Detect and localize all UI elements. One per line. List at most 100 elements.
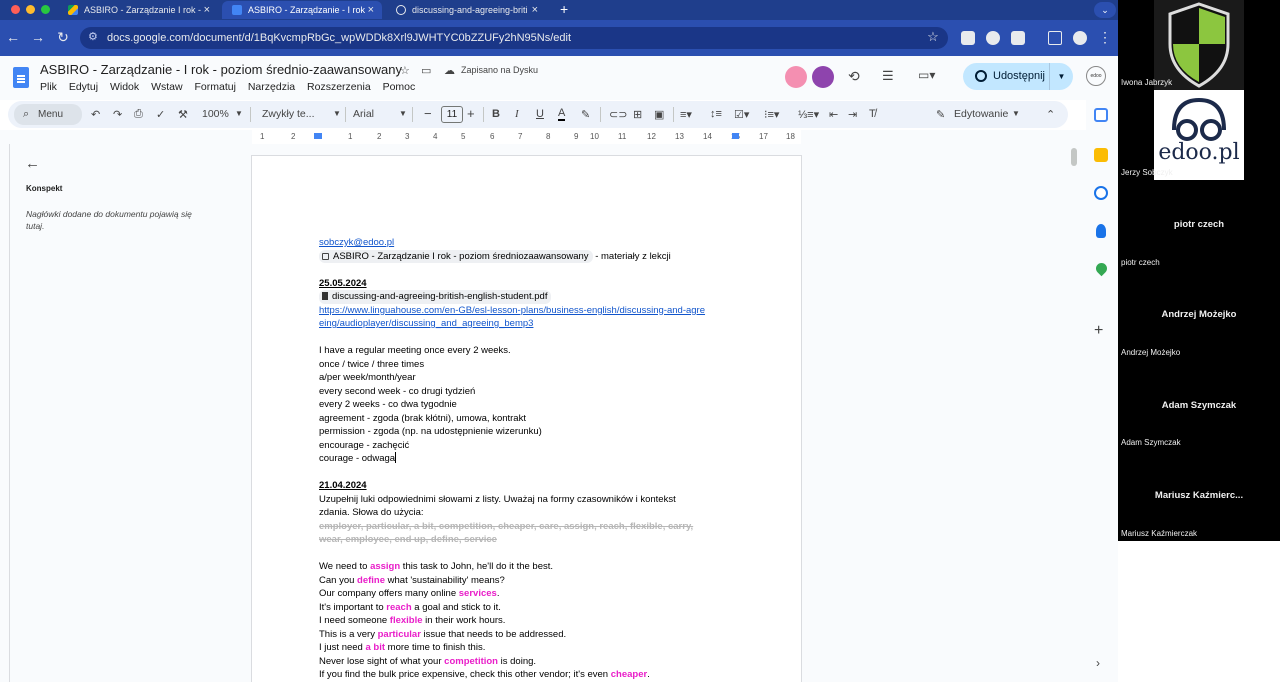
chrome-menu-icon[interactable]: ⋮ xyxy=(1096,29,1114,46)
tab-asbiro-drive[interactable]: ASBIRO - Zarządzanie I rok - × xyxy=(58,1,218,19)
chevron-down-icon[interactable]: ▼ xyxy=(1049,63,1073,90)
undo-icon[interactable]: ↶ xyxy=(91,108,100,121)
close-tab-icon[interactable]: × xyxy=(204,1,210,19)
outline-hint: Nagłówki dodane do dokumentu pojawią się… xyxy=(26,209,192,231)
contacts-icon[interactable] xyxy=(1096,224,1106,238)
clear-formatting-icon[interactable]: T̸ xyxy=(869,108,876,120)
tab-pdf[interactable]: discussing-and-agreeing-briti × xyxy=(386,1,546,19)
menu-format[interactable]: Formatuj xyxy=(194,81,235,93)
menu-edit[interactable]: Edytuj xyxy=(69,81,98,93)
checklist-icon[interactable]: ☑▾ xyxy=(734,108,749,121)
editing-mode-select[interactable]: Edytowanie xyxy=(954,108,1008,120)
address-bar[interactable]: ⚙ docs.google.com/document/d/1BqKvcmpRbG… xyxy=(80,27,948,49)
close-tab-icon[interactable]: × xyxy=(368,1,374,19)
site-info-icon[interactable]: ⚙ xyxy=(88,31,100,43)
menu-extensions[interactable]: Rozszerzenia xyxy=(307,81,371,93)
document-body[interactable]: sobczyk@edoo.pl ASBIRO - Zarządzanie I r… xyxy=(319,236,739,682)
close-outline-icon[interactable]: ← xyxy=(25,155,40,172)
docs-logo-icon[interactable] xyxy=(13,67,29,88)
document-page[interactable]: sobczyk@edoo.pl ASBIRO - Zarządzanie I r… xyxy=(251,155,802,682)
close-window-button[interactable] xyxy=(11,5,20,14)
lesson-link-continued[interactable]: eing/audioplayer/discussing_and_agreeing… xyxy=(319,318,533,329)
collapse-toolbar-icon[interactable]: ⌃ xyxy=(1046,108,1055,121)
bookmark-star-icon[interactable]: ☆ xyxy=(924,29,942,45)
print-icon[interactable]: ⎙ xyxy=(134,108,143,121)
chevron-down-icon[interactable]: ▼ xyxy=(333,109,341,118)
chevron-down-icon[interactable]: ▼ xyxy=(399,109,407,118)
numbered-list-icon[interactable]: ⅓≡▾ xyxy=(798,108,819,121)
forward-button[interactable]: → xyxy=(29,29,47,45)
folder-chip[interactable]: ASBIRO - Zarządzanie I rok - poziom śred… xyxy=(319,249,593,263)
chevron-down-icon[interactable]: ▼ xyxy=(1012,109,1020,118)
show-side-panel-icon[interactable]: › xyxy=(1096,656,1100,670)
cast-icon[interactable] xyxy=(1048,31,1062,45)
maps-icon[interactable] xyxy=(1093,260,1110,277)
menu-search[interactable]: ⌕ Menu xyxy=(14,104,82,125)
zoom-window-button[interactable] xyxy=(41,5,50,14)
menu-view[interactable]: Widok xyxy=(110,81,139,93)
profile-avatar[interactable] xyxy=(1073,31,1087,45)
email-link[interactable]: sobczyk@edoo.pl xyxy=(319,237,394,248)
account-avatar[interactable]: edoo xyxy=(1086,66,1106,86)
lesson-link[interactable]: https://www.linguahouse.com/en-GB/esl-le… xyxy=(319,305,705,316)
back-button[interactable]: ← xyxy=(4,29,22,45)
font-size-input[interactable]: 11 xyxy=(441,106,463,123)
zoom-select[interactable]: 100% xyxy=(202,108,229,120)
menu-tools[interactable]: Narzędzia xyxy=(248,81,295,93)
bulleted-list-icon[interactable]: ⁝≡▾ xyxy=(764,108,779,121)
chevron-down-icon[interactable]: ▼ xyxy=(235,109,243,118)
indent-marker-icon[interactable] xyxy=(314,133,322,139)
increase-font-size-button[interactable]: + xyxy=(467,106,475,121)
comments-icon[interactable]: ☰ xyxy=(882,68,894,84)
meet-camera-icon[interactable]: ▭▾ xyxy=(918,68,935,82)
new-tab-button[interactable]: + xyxy=(560,1,568,17)
menu-file[interactable]: Plik xyxy=(40,81,57,93)
star-icon[interactable]: ☆ xyxy=(400,64,410,77)
minimize-window-button[interactable] xyxy=(26,5,35,14)
collaborator-avatar[interactable] xyxy=(812,66,834,88)
insert-image-icon[interactable]: ▣ xyxy=(654,108,664,121)
extension-icon[interactable] xyxy=(961,31,975,45)
vertical-scrollbar[interactable] xyxy=(1071,148,1077,166)
paint-format-icon[interactable]: ⚒ xyxy=(178,108,188,121)
exercise-sentence: Can you define what 'sustainability' mea… xyxy=(319,574,739,588)
globe-icon xyxy=(975,70,987,82)
line-spacing-icon[interactable]: ↕≡ xyxy=(710,108,722,120)
menu-insert[interactable]: Wstaw xyxy=(151,81,183,93)
right-indent-marker-icon[interactable] xyxy=(732,133,739,139)
bold-icon[interactable]: B xyxy=(492,108,500,120)
italic-icon[interactable]: I xyxy=(515,108,519,120)
text-color-icon[interactable]: A xyxy=(558,108,566,121)
redo-icon[interactable]: ↷ xyxy=(113,108,122,121)
toolbar-divider xyxy=(412,107,413,122)
share-button[interactable]: Udostępnij ▼ xyxy=(963,63,1073,90)
increase-indent-icon[interactable]: ⇥ xyxy=(848,108,857,121)
calendar-icon[interactable] xyxy=(1094,108,1108,122)
spellcheck-icon[interactable]: ✓ xyxy=(156,108,165,121)
extensions-puzzle-icon[interactable] xyxy=(1011,31,1025,45)
font-select[interactable]: Arial xyxy=(353,108,374,120)
document-title[interactable]: ASBIRO - Zarządzanie - I rok - poziom śr… xyxy=(40,62,402,77)
add-addon-icon[interactable]: + xyxy=(1094,322,1103,340)
tasks-icon[interactable] xyxy=(1094,186,1108,200)
reload-button[interactable]: ↻ xyxy=(54,29,72,46)
extension-icon[interactable] xyxy=(986,31,1000,45)
highlight-icon[interactable]: ✎ xyxy=(581,108,590,121)
align-left-icon[interactable]: ≡▾ xyxy=(680,108,692,121)
tab-asbiro-doc[interactable]: ASBIRO - Zarządzanie - I rok × xyxy=(222,1,382,19)
decrease-font-size-button[interactable]: − xyxy=(424,106,432,121)
close-tab-icon[interactable]: × xyxy=(532,1,538,19)
answer-word: define xyxy=(357,574,386,586)
file-chip[interactable]: discussing-and-agreeing-british-english-… xyxy=(319,290,552,304)
underline-icon[interactable]: U xyxy=(536,108,544,120)
keep-icon[interactable] xyxy=(1094,148,1108,162)
add-comment-icon[interactable]: ⊞ xyxy=(633,108,642,121)
style-select[interactable]: Zwykły te... xyxy=(262,108,315,120)
tab-search-button[interactable]: ⌄ xyxy=(1094,2,1116,18)
move-folder-icon[interactable]: ▭ xyxy=(421,64,431,77)
decrease-indent-icon[interactable]: ⇤ xyxy=(829,108,838,121)
version-history-icon[interactable]: ⟲ xyxy=(848,68,860,85)
menu-help[interactable]: Pomoc xyxy=(383,81,416,93)
insert-link-icon[interactable]: ⊂⊃ xyxy=(609,108,627,121)
collaborator-avatar[interactable] xyxy=(785,66,807,88)
